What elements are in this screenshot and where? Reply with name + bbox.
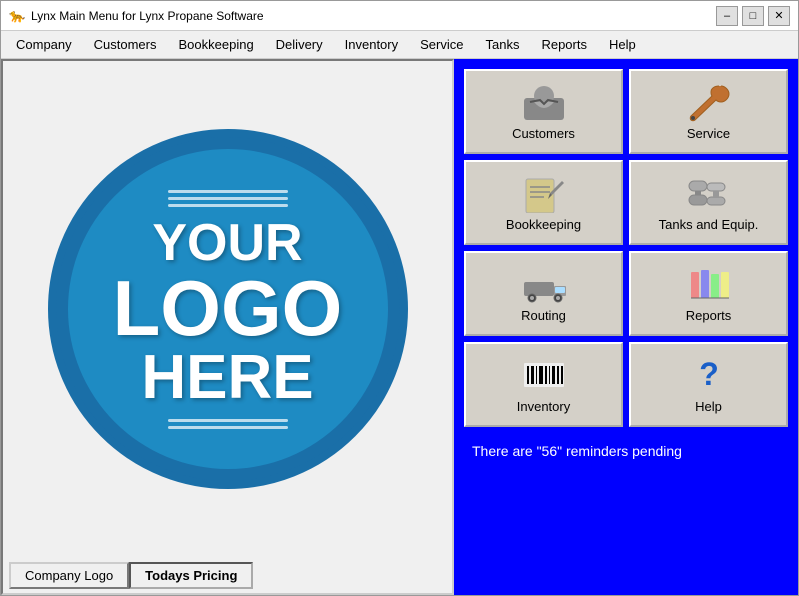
- menu-item-bookkeeping[interactable]: Bookkeeping: [168, 33, 265, 56]
- logo-text-your: YOUR: [113, 217, 343, 269]
- menu-item-tanks[interactable]: Tanks: [474, 33, 530, 56]
- inventory-button[interactable]: Inventory: [464, 342, 623, 427]
- bookkeeping-button[interactable]: Bookkeeping: [464, 160, 623, 245]
- reminder-text: There are "56" reminders pending: [464, 439, 788, 463]
- logo-line-1: [168, 190, 288, 193]
- menu-item-customers[interactable]: Customers: [83, 33, 168, 56]
- reports-icon: [685, 264, 733, 304]
- minimize-button[interactable]: –: [716, 6, 738, 26]
- maximize-button[interactable]: □: [742, 6, 764, 26]
- tanks-button[interactable]: Tanks and Equip.: [629, 160, 788, 245]
- logo-line-4: [168, 419, 288, 422]
- logo-text-here: HERE: [113, 347, 343, 409]
- help-icon: ?: [685, 355, 733, 395]
- left-panel: YOUR LOGO HERE Company Logo Todays Prici…: [1, 59, 454, 595]
- main-content: YOUR LOGO HERE Company Logo Todays Prici…: [1, 59, 798, 595]
- close-button[interactable]: ✕: [768, 6, 790, 26]
- title-bar-left: 🐆 Lynx Main Menu for Lynx Propane Softwa…: [9, 8, 264, 24]
- inventory-icon: [520, 355, 568, 395]
- title-bar: 🐆 Lynx Main Menu for Lynx Propane Softwa…: [1, 1, 798, 31]
- buttons-grid: Customers Service: [464, 69, 788, 427]
- app-icon: 🐆: [9, 8, 25, 24]
- logo-lines-top: [168, 190, 288, 207]
- logo-text: YOUR LOGO HERE: [113, 217, 343, 409]
- menu-item-company[interactable]: Company: [5, 33, 83, 56]
- customers-button[interactable]: Customers: [464, 69, 623, 154]
- bookkeeping-label: Bookkeeping: [506, 217, 581, 232]
- title-bar-controls: – □ ✕: [716, 6, 790, 26]
- service-button[interactable]: Service: [629, 69, 788, 154]
- customers-icon: [520, 82, 568, 122]
- menu-item-inventory[interactable]: Inventory: [334, 33, 409, 56]
- routing-button[interactable]: Routing: [464, 251, 623, 336]
- routing-icon: [520, 264, 568, 304]
- right-panel: Customers Service: [454, 59, 798, 595]
- inventory-label: Inventory: [517, 399, 570, 414]
- bookkeeping-icon: [520, 173, 568, 213]
- company-logo-tab[interactable]: Company Logo: [9, 562, 129, 589]
- logo-lines-bottom: [168, 419, 288, 429]
- menu-item-delivery[interactable]: Delivery: [265, 33, 334, 56]
- logo-line-5: [168, 426, 288, 429]
- menu-item-reports[interactable]: Reports: [530, 33, 598, 56]
- help-button[interactable]: ? Help: [629, 342, 788, 427]
- tanks-icon: [685, 173, 733, 213]
- reports-label: Reports: [686, 308, 732, 323]
- todays-pricing-tab[interactable]: Todays Pricing: [129, 562, 253, 589]
- help-label: Help: [695, 399, 722, 414]
- logo-line-3: [168, 204, 288, 207]
- reports-button[interactable]: Reports: [629, 251, 788, 336]
- menu-bar: CompanyCustomersBookkeepingDeliveryInven…: [1, 31, 798, 59]
- logo-line-2: [168, 197, 288, 200]
- menu-item-service[interactable]: Service: [409, 33, 474, 56]
- logo-text-logo: LOGO: [113, 269, 343, 347]
- left-panel-tabs: Company Logo Todays Pricing: [3, 558, 259, 593]
- window-title: Lynx Main Menu for Lynx Propane Software: [31, 9, 264, 23]
- menu-item-help[interactable]: Help: [598, 33, 647, 56]
- tanks-label: Tanks and Equip.: [659, 217, 759, 232]
- main-window: 🐆 Lynx Main Menu for Lynx Propane Softwa…: [0, 0, 799, 596]
- service-label: Service: [687, 126, 730, 141]
- routing-label: Routing: [521, 308, 566, 323]
- logo-outer-circle: YOUR LOGO HERE: [48, 129, 408, 489]
- customers-label: Customers: [512, 126, 575, 141]
- svg-text:?: ?: [699, 356, 719, 392]
- logo-inner-circle: YOUR LOGO HERE: [68, 149, 388, 469]
- service-icon: [685, 82, 733, 122]
